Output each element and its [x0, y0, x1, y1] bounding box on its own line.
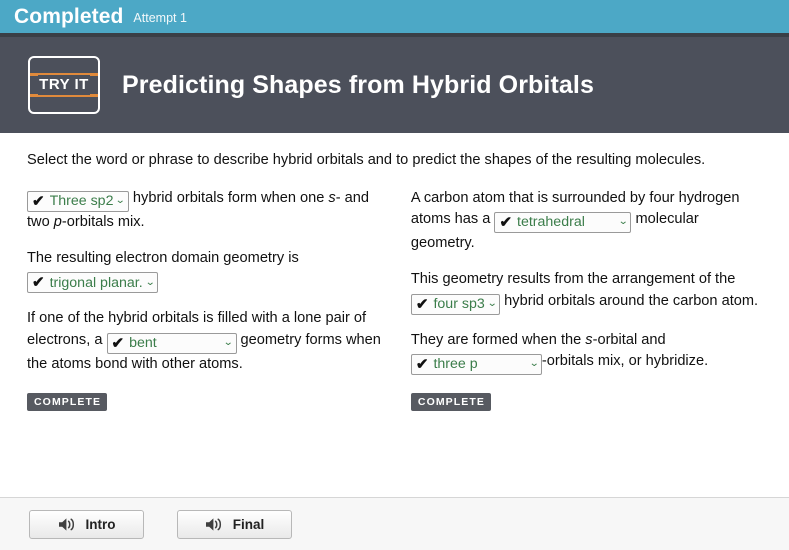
select-value: three p [433, 357, 478, 372]
check-icon: ✔ [111, 334, 125, 352]
select-value: Three sp2 [49, 194, 114, 209]
final-audio-button[interactable]: Final [177, 509, 292, 539]
lead-text: The resulting electron domain geometry i… [27, 249, 299, 266]
attempt-label: Attempt 1 [133, 11, 187, 26]
right-block-four-sp3: This geometry results from the arrangeme… [410, 269, 765, 315]
text-fragment: -orbital and [592, 331, 666, 348]
check-icon: ✔ [32, 192, 45, 210]
chevron-down-icon: ⌄ [223, 337, 234, 349]
chevron-down-icon: ⌄ [486, 298, 498, 310]
status-badge-left: COMPLETE [27, 392, 108, 411]
text-fragment: They are formed when the [410, 331, 586, 348]
select-value: tetrahedral [517, 215, 585, 230]
left-block-three-sp2: ✔ Three sp2 ⌄ hybrid orbitals form when on… [27, 188, 395, 233]
select-value: trigonal planar. [49, 275, 143, 290]
completion-status-label: Completed [14, 5, 124, 28]
check-icon: ✔ [415, 355, 429, 373]
check-icon: ✔ [499, 213, 513, 231]
electron-domain-geometry-select[interactable]: ✔ trigonal planar. ⌄ [27, 272, 159, 294]
italic-s: s [328, 189, 336, 206]
intro-audio-label: Intro [85, 516, 116, 532]
right-block-tetrahedral: A carbon atom that is surrounded by four… [411, 188, 765, 255]
page-root: Completed Attempt 1 TRY IT Predicting Sh… [0, 0, 789, 550]
text-fragment: -orbitals mix, or hybridize. [541, 352, 709, 369]
instructions-text: Select the word or phrase to describe hy… [27, 152, 706, 168]
page-header: TRY IT Predicting Shapes from Hybrid Orb… [0, 37, 789, 133]
check-icon: ✔ [32, 274, 45, 292]
speaker-icon [205, 517, 224, 532]
footer-toolbar: Intro Final [0, 497, 789, 550]
content-area: Select the word or phrase to describe hy… [0, 133, 789, 497]
try-it-logo: TRY IT [28, 56, 100, 114]
lone-pair-geometry-select[interactable]: ✔ bent ⌄ [106, 332, 237, 354]
intro-audio-button[interactable]: Intro [29, 509, 144, 539]
select-value: four sp3 [433, 296, 485, 312]
left-column: ✔ Three sp2 ⌄ hybrid orbitals form when on… [27, 188, 411, 411]
sp3-orbital-count-select[interactable]: ✔ four sp3 ⌄ [410, 293, 501, 315]
text-fragment: -orbitals mix. [61, 213, 145, 230]
molecular-geometry-select[interactable]: ✔ tetrahedral ⌄ [494, 211, 632, 233]
status-badge-right: COMPLETE [410, 392, 492, 411]
text-fragment: This geometry results from the arrangeme… [410, 271, 736, 288]
italic-s: s [585, 331, 593, 348]
check-icon: ✔ [415, 295, 429, 313]
italic-p: p [53, 213, 62, 230]
right-block-three-p: They are formed when the s-orbital and ✔… [410, 330, 765, 375]
page-title: Predicting Shapes from Hybrid Orbitals [122, 70, 594, 99]
right-column: A carbon atom that is surrounded by four… [410, 188, 765, 411]
select-value: bent [129, 335, 157, 351]
columns-wrapper: ✔ Three sp2 ⌄ hybrid orbitals form when on… [27, 188, 765, 411]
left-block-bent: If one of the hybrid orbitals is filled … [27, 308, 395, 375]
chevron-down-icon: ⌄ [144, 276, 156, 288]
left-block-trigonal-planar: The resulting electron domain geometry i… [27, 248, 395, 294]
speaker-icon [58, 517, 77, 532]
chevron-down-icon: ⌄ [528, 358, 539, 370]
hybrid-orbital-count-select[interactable]: ✔ Three sp2 ⌄ [27, 190, 129, 212]
text-fragment: hybrid orbitals form when one [128, 189, 329, 206]
chevron-down-icon: ⌄ [618, 216, 629, 228]
logo-text: TRY IT [38, 74, 90, 96]
p-orbital-count-select[interactable]: ✔ three p ⌄ [410, 353, 542, 375]
chevron-down-icon: ⌄ [115, 195, 126, 207]
text-fragment: hybrid orbitals around the carbon atom. [500, 292, 759, 309]
status-bar: Completed Attempt 1 [0, 0, 789, 33]
final-audio-label: Final [232, 516, 265, 532]
